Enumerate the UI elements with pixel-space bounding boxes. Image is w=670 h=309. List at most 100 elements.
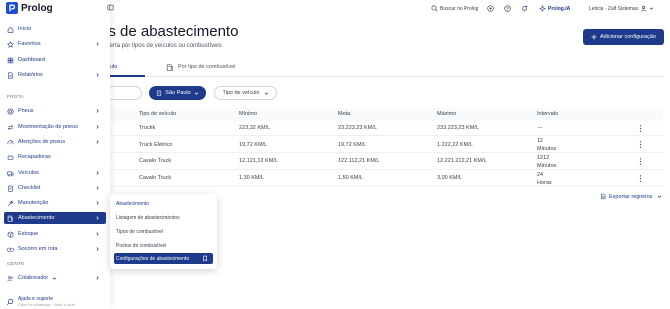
chevron-right-icon — [96, 216, 99, 220]
sidebar-item-favoritos[interactable]: Favoritos — [4, 38, 106, 50]
tabs-divider — [100, 76, 663, 77]
export-records-label: Exportar registros — [609, 193, 653, 200]
cell-vehicle-type: Cavalo Truck — [139, 175, 172, 181]
cell-minimum: 1,30 KM/L — [239, 175, 265, 181]
gauge-icon — [7, 139, 14, 144]
column-header-vehicle-type: Tipo de veículo — [139, 111, 177, 117]
sos-icon — [7, 247, 14, 252]
chevron-down-icon — [649, 7, 654, 10]
chevron-right-icon — [96, 73, 99, 77]
chevron-down-icon — [264, 92, 268, 95]
chevron-right-icon — [96, 42, 99, 46]
home-icon — [7, 26, 14, 33]
sidebar-item-label: Socorro em rota — [18, 246, 58, 252]
bookmark-icon[interactable] — [202, 255, 208, 262]
report-icon — [8, 72, 14, 78]
sidebar-item-relatorios[interactable]: Relatórios — [4, 69, 106, 81]
chevron-right-icon — [96, 186, 99, 190]
submenu-item-postos-combustivel[interactable]: Postos de combustível — [114, 240, 213, 251]
sidebar-item-label: Estoque — [18, 231, 39, 237]
brand[interactable]: Prolog — [6, 2, 53, 14]
cell-interval: 12 Minutos — [537, 138, 557, 152]
chevron-right-icon — [96, 276, 99, 280]
sidebar-item-pneus[interactable]: Pneus — [4, 105, 106, 117]
help-icon[interactable] — [504, 5, 511, 12]
sidebar-item-dashboard[interactable]: Dashboard — [4, 54, 106, 66]
people-icon — [7, 275, 13, 281]
sidebar-item-socorro-rota[interactable]: Socorro em rota — [4, 243, 106, 255]
chevron-down-icon — [53, 277, 57, 280]
vehicle-type-filter[interactable]: Tipo de veículo — [214, 86, 277, 100]
cell-interval: 24 Horas — [537, 172, 552, 186]
cell-vehicle-type: Truck Elétrico — [139, 142, 173, 148]
cell-minimum: 12.121,12 KM/L — [239, 158, 278, 164]
sidebar-item-label: Colaborador — [18, 275, 49, 281]
export-records-button[interactable]: Exportar registros — [600, 193, 662, 200]
section-label-frota: FROTA — [7, 95, 24, 100]
page-title: es de abastecimento — [100, 23, 239, 40]
cell-maximum: 12.221.212,21 KM/L — [437, 158, 487, 164]
sidebar-item-veiculos[interactable]: Veículos — [4, 167, 106, 179]
more-options-icon[interactable] — [639, 175, 642, 182]
column-header-interval: Intervalo — [537, 111, 559, 117]
swap-icon — [8, 124, 13, 130]
sidebar-item-manutencao[interactable]: Manutenção — [4, 197, 106, 209]
cell-target: 19,72 KM/L — [338, 142, 367, 148]
sidebar-item-checklist[interactable]: Checklist — [4, 182, 106, 194]
sidebar-item-recapadoras[interactable]: Recapadoras — [4, 151, 106, 163]
prolog-logo — [6, 2, 18, 14]
chevron-down-icon — [194, 92, 198, 95]
add-configuration-button[interactable]: Adicionar configuração — [583, 29, 664, 45]
prolog-logo-mark — [9, 4, 16, 12]
tab-by-vehicle[interactable]: ulo — [110, 58, 117, 76]
unit-filter-label: São Paulo — [165, 90, 191, 96]
search-icon — [431, 5, 438, 12]
cell-minimum: 223,32 KM/L — [239, 125, 271, 131]
wrench-icon — [8, 200, 14, 206]
document-icon — [600, 193, 606, 200]
prolog-ia-button[interactable]: Prolog.IA — [539, 4, 570, 13]
submenu-item-tipos-combustivel[interactable]: Tipos de combustível — [114, 226, 213, 237]
cell-vehicle-type: Truckk — [139, 125, 156, 131]
sidebar-item-label: Favoritos — [18, 41, 41, 47]
global-search[interactable]: Buscar no Prolog — [431, 4, 478, 13]
sidebar-item-inicio[interactable]: Início — [4, 23, 106, 35]
user-menu[interactable]: Leticia - Zalf Sistemas — [589, 4, 654, 13]
table-search-input[interactable] — [105, 86, 142, 100]
sidebar: Prolog Início Favoritos Dashboard Relató… — [0, 0, 110, 309]
user-icon — [641, 5, 647, 12]
chevron-right-icon — [96, 171, 99, 175]
tab-by-fuel-label: Por tipo de combustível — [178, 64, 236, 70]
more-options-icon[interactable] — [639, 141, 642, 148]
chevron-right-icon — [96, 109, 99, 113]
sidebar-item-afericoes-pneus[interactable]: Aferições de pneus — [4, 136, 106, 148]
cell-target: 23.223,23 KM/L — [338, 125, 377, 131]
submenu-item-listagem[interactable]: Listagem de abastecimentos — [114, 212, 213, 223]
column-header-maximum: Máximo — [437, 111, 457, 117]
cell-target: 1,50 KM/L — [338, 175, 364, 181]
submenu-item-configuracoes[interactable]: Configurações de abastecimento — [114, 253, 213, 264]
sidebar-item-estoque[interactable]: Estoque — [4, 228, 106, 240]
cell-maximum: 233.223,23 KM/L — [437, 125, 479, 131]
chevron-right-icon — [96, 201, 99, 205]
more-options-icon[interactable] — [639, 125, 642, 132]
add-circle-icon[interactable] — [487, 5, 494, 12]
unit-filter[interactable]: São Paulo — [149, 86, 206, 100]
help-support[interactable]: Ajuda e suporte Falar no whatsapp · Abri… — [6, 296, 75, 307]
page-subtitle: e alerta por tipos de veículos ou combus… — [100, 43, 222, 49]
vehicle-type-filter-label: Tipo de veículo — [222, 90, 260, 96]
fuel-pump-icon — [166, 63, 173, 71]
tab-by-fuel[interactable]: Por tipo de combustível — [166, 58, 235, 76]
sidebar-collapse-icon[interactable] — [107, 4, 114, 11]
bell-icon[interactable] — [521, 5, 528, 12]
sidebar-item-colaborador[interactable]: Colaborador — [4, 272, 106, 284]
chevron-right-icon — [96, 140, 99, 144]
row-divider — [110, 186, 663, 187]
sidebar-item-abastecimento[interactable]: Abastecimento — [4, 212, 106, 224]
sidebar-item-movimentacao-pneus[interactable]: Movimentação de pneus — [4, 121, 106, 133]
column-header-minimum: Mínimo — [239, 111, 258, 117]
sidebar-item-label: Dashboard — [18, 57, 45, 63]
tire-icon — [7, 108, 14, 114]
more-options-icon[interactable] — [639, 158, 642, 165]
plus-icon — [591, 34, 597, 40]
